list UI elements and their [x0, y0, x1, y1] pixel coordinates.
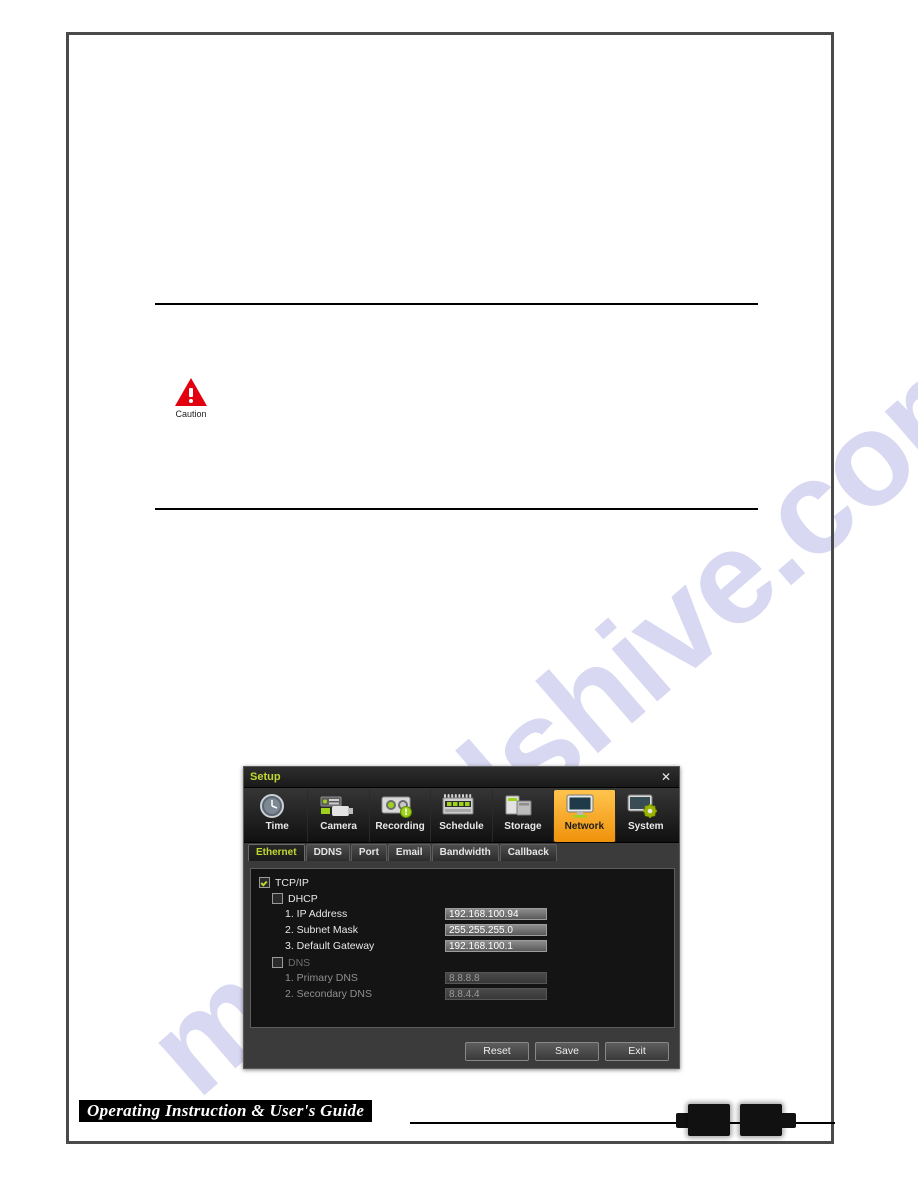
- tab-email[interactable]: Email: [387, 844, 431, 861]
- field-row: 1. IP Address 192.168.100.94: [285, 907, 666, 921]
- tcpip-checkbox[interactable]: [259, 877, 270, 888]
- tab-callback[interactable]: Callback: [499, 844, 557, 861]
- field-row: 2. Secondary DNS 8.8.4.4: [285, 987, 666, 1001]
- toolbar-item-label: Storage: [504, 821, 542, 832]
- dns-label: DNS: [288, 956, 311, 969]
- dhcp-checkbox[interactable]: [272, 893, 283, 904]
- tab-ethernet[interactable]: Ethernet: [248, 844, 305, 861]
- warning-triangle-icon: [175, 378, 207, 406]
- toolbar-item-label: System: [627, 821, 664, 832]
- toolbar-item-label: Schedule: [439, 821, 484, 832]
- toolbar-item-schedule[interactable]: Schedule: [431, 790, 493, 842]
- field-label: 1. IP Address: [285, 908, 348, 920]
- toolbar-item-storage[interactable]: Storage: [493, 790, 555, 842]
- camera-icon: [319, 793, 359, 819]
- close-icon[interactable]: ✕: [659, 771, 673, 783]
- dialog-titlebar: Setup ✕: [244, 767, 679, 788]
- ethernet-settings-panel: TCP/IP DHCP 1. IP Address 192.168.100.94 2…: [250, 868, 675, 1028]
- dhcp-row[interactable]: DHCP: [259, 891, 666, 906]
- monitor-icon: [564, 793, 604, 819]
- footer-title: Operating Instruction & User's Guide: [87, 1101, 365, 1120]
- clock-icon: [257, 793, 297, 819]
- field-row: 1. Primary DNS 8.8.8.8: [285, 971, 666, 985]
- tab-bandwidth[interactable]: Bandwidth: [431, 844, 499, 861]
- camera-body-icon: [688, 1104, 730, 1136]
- dns-field-group: 1. Primary DNS 8.8.8.8 2. Secondary DNS 8.8…: [259, 971, 666, 1001]
- toolbar-item-label: Camera: [320, 821, 357, 832]
- toolbar-item-recording[interactable]: Recording: [370, 790, 432, 842]
- network-field-group: 1. IP Address 192.168.100.94 2. Subnet Mas…: [259, 907, 666, 953]
- toolbar-item-label: Recording: [375, 821, 425, 832]
- field-row: 3. Default Gateway 192.168.100.1: [285, 939, 666, 953]
- caution-label: Caution: [175, 409, 207, 419]
- setup-toolbar: Time Camera Recording Schedule Storage Networ…: [244, 788, 679, 843]
- recording-icon: [380, 793, 420, 819]
- toolbar-item-time[interactable]: Time: [247, 790, 309, 842]
- camera-lens-icon: [782, 1113, 796, 1128]
- caution-block: Caution: [168, 378, 214, 419]
- exit-button[interactable]: Exit: [605, 1041, 669, 1061]
- toolbar-item-label: Network: [564, 821, 605, 832]
- toolbar-item-system[interactable]: System: [616, 790, 676, 842]
- dns-checkbox[interactable]: [272, 957, 283, 968]
- dialog-title: Setup: [250, 771, 281, 783]
- field-input[interactable]: 192.168.100.1: [445, 940, 547, 952]
- field-input[interactable]: 192.168.100.94: [445, 908, 547, 920]
- field-input[interactable]: 8.8.4.4: [445, 988, 547, 1000]
- dialog-button-bar: Reset Save Exit: [244, 1034, 679, 1068]
- system-icon: [626, 793, 666, 819]
- camera-glyph-right: [740, 1100, 798, 1140]
- horizontal-rule-bottom: [155, 508, 758, 510]
- field-input[interactable]: 255.255.255.0: [445, 924, 547, 936]
- camera-glyph-left: [672, 1100, 730, 1140]
- field-input[interactable]: 8.8.8.8: [445, 972, 547, 984]
- tcpip-row[interactable]: TCP/IP: [259, 875, 666, 890]
- tab-port[interactable]: Port: [350, 844, 387, 861]
- setup-dialog: Setup ✕ Time Camera Recording Schedule Stora…: [243, 766, 680, 1069]
- toolbar-item-camera[interactable]: Camera: [308, 790, 370, 842]
- camera-body-icon: [740, 1104, 782, 1136]
- tab-ddns[interactable]: DDNS: [305, 844, 350, 861]
- save-button[interactable]: Save: [535, 1041, 599, 1061]
- toolbar-item-network[interactable]: Network: [554, 790, 616, 842]
- storage-icon: [503, 793, 543, 819]
- field-label: 3. Default Gateway: [285, 940, 375, 952]
- footer-banner: Operating Instruction & User's Guide: [79, 1100, 373, 1122]
- tab-strip: Ethernet DDNS Port Email Bandwidth Callback: [244, 843, 679, 861]
- calendar-icon: [441, 793, 481, 819]
- field-label: 2. Secondary DNS: [285, 988, 372, 1000]
- reset-button[interactable]: Reset: [465, 1041, 529, 1061]
- toolbar-item-label: Time: [265, 821, 289, 832]
- tcpip-label: TCP/IP: [275, 876, 309, 889]
- dns-row[interactable]: DNS: [259, 955, 666, 970]
- field-row: 2. Subnet Mask 255.255.255.0: [285, 923, 666, 937]
- dhcp-label: DHCP: [288, 892, 318, 905]
- horizontal-rule-top: [155, 303, 758, 305]
- field-label: 1. Primary DNS: [285, 972, 358, 984]
- field-label: 2. Subnet Mask: [285, 924, 358, 936]
